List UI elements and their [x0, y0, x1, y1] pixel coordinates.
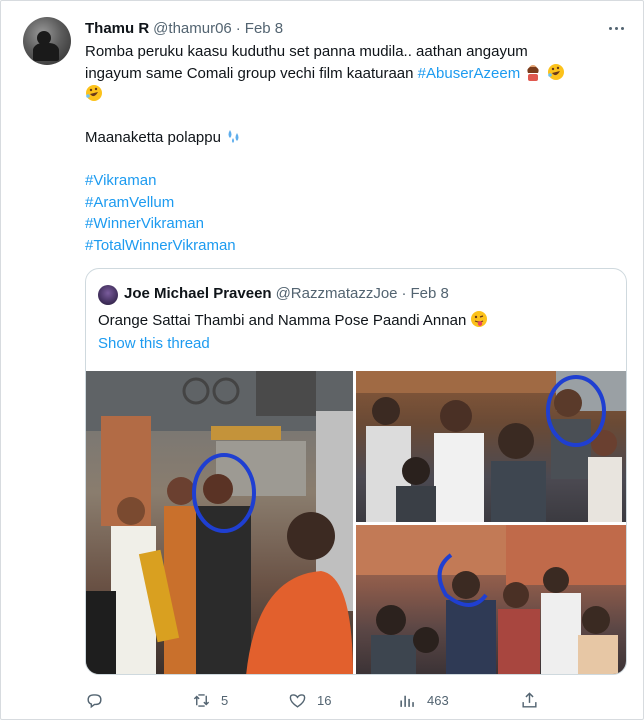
views-icon: [400, 695, 414, 707]
tweet-date[interactable]: Feb 8: [245, 20, 283, 37]
tweet-text-line: Maanaketta polappu: [85, 127, 625, 149]
separator: ·: [235, 19, 241, 37]
man-facepalming-emoji-icon: [527, 64, 540, 81]
quote-header: Joe Michael Praveen @RazzmatazzJoe · Feb…: [124, 283, 449, 303]
rofl-emoji-icon: [86, 85, 102, 101]
photo-group-shop[interactable]: [356, 371, 626, 522]
hashtag-link[interactable]: #AramVellum: [85, 192, 625, 214]
retweet-count: 5: [221, 692, 229, 708]
tweet-text-line: Romba peruku kaasu kuduthu set panna mud…: [85, 43, 528, 60]
hashtag-link[interactable]: #TotalWinnerVikraman: [85, 235, 625, 257]
winking-tongue-emoji-icon: [471, 311, 488, 327]
share-button[interactable]: [520, 685, 539, 715]
tweet-text-line: [85, 84, 625, 106]
hashtag-link[interactable]: #AbuserAzeem: [418, 65, 521, 82]
tweet-header: Thamu R @thamur06 · Feb 8: [85, 18, 283, 38]
reply-button[interactable]: [85, 685, 114, 715]
retweet-icon: [193, 693, 210, 707]
quote-date[interactable]: Feb 8: [411, 285, 449, 302]
quoted-tweet[interactable]: Joe Michael Praveen @RazzmatazzJoe · Feb…: [85, 268, 627, 675]
quote-author-avatar[interactable]: [98, 285, 118, 305]
author-handle[interactable]: @thamur06: [153, 20, 232, 37]
more-icon[interactable]: [605, 18, 627, 38]
like-button[interactable]: 16: [288, 685, 331, 715]
hashtag-link[interactable]: #WinnerVikraman: [85, 213, 625, 235]
rofl-emoji-icon: [547, 63, 564, 80]
author-avatar[interactable]: [23, 17, 71, 65]
quote-text: Orange Sattai Thambi and Namma Pose Paan…: [98, 310, 488, 329]
author-name[interactable]: Thamu R: [85, 20, 149, 37]
quote-author-name[interactable]: Joe Michael Praveen: [124, 285, 272, 302]
like-count: 16: [317, 692, 332, 708]
sweat-droplets-emoji-icon: [228, 130, 239, 143]
photo-street-crowd[interactable]: [86, 371, 353, 674]
media-grid: [86, 371, 626, 674]
tweet-actions: 5 16 463: [85, 685, 625, 715]
photo-crowd-stage[interactable]: [356, 525, 626, 674]
heart-icon: [289, 693, 306, 708]
show-thread-link[interactable]: Show this thread: [98, 335, 210, 352]
hashtag-link[interactable]: #Vikraman: [85, 170, 625, 192]
tweet-body: Romba peruku kaasu kuduthu set panna mud…: [85, 41, 625, 256]
retweet-button[interactable]: 5: [192, 685, 228, 715]
tweet-card[interactable]: Thamu R @thamur06 · Feb 8 Romba peruku k…: [0, 0, 644, 720]
separator: ·: [401, 284, 407, 302]
reply-icon: [87, 693, 102, 708]
views-button[interactable]: 463: [398, 685, 449, 715]
tweet-text-line: ingayum same Comali group vechi film kaa…: [85, 63, 625, 85]
views-count: 463: [427, 692, 449, 708]
share-icon: [522, 691, 537, 708]
quote-author-handle[interactable]: @RazzmatazzJoe: [276, 285, 398, 302]
